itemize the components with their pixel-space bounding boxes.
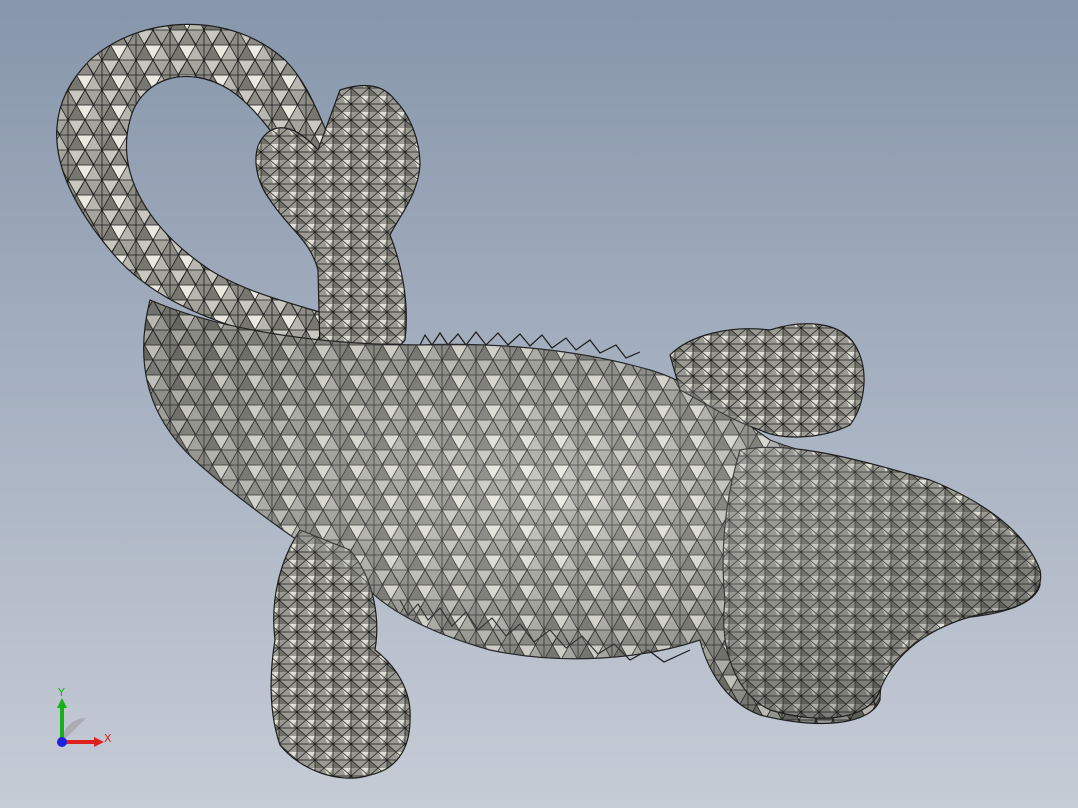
z-axis-dot [57,737,67,747]
lizard-mesh-model[interactable] [0,0,1078,808]
graphics-viewport[interactable]: X Y [0,0,1078,808]
y-axis-label: Y [58,686,65,699]
x-axis-label: X [104,732,112,745]
view-orientation-triad[interactable]: X Y [48,684,120,756]
